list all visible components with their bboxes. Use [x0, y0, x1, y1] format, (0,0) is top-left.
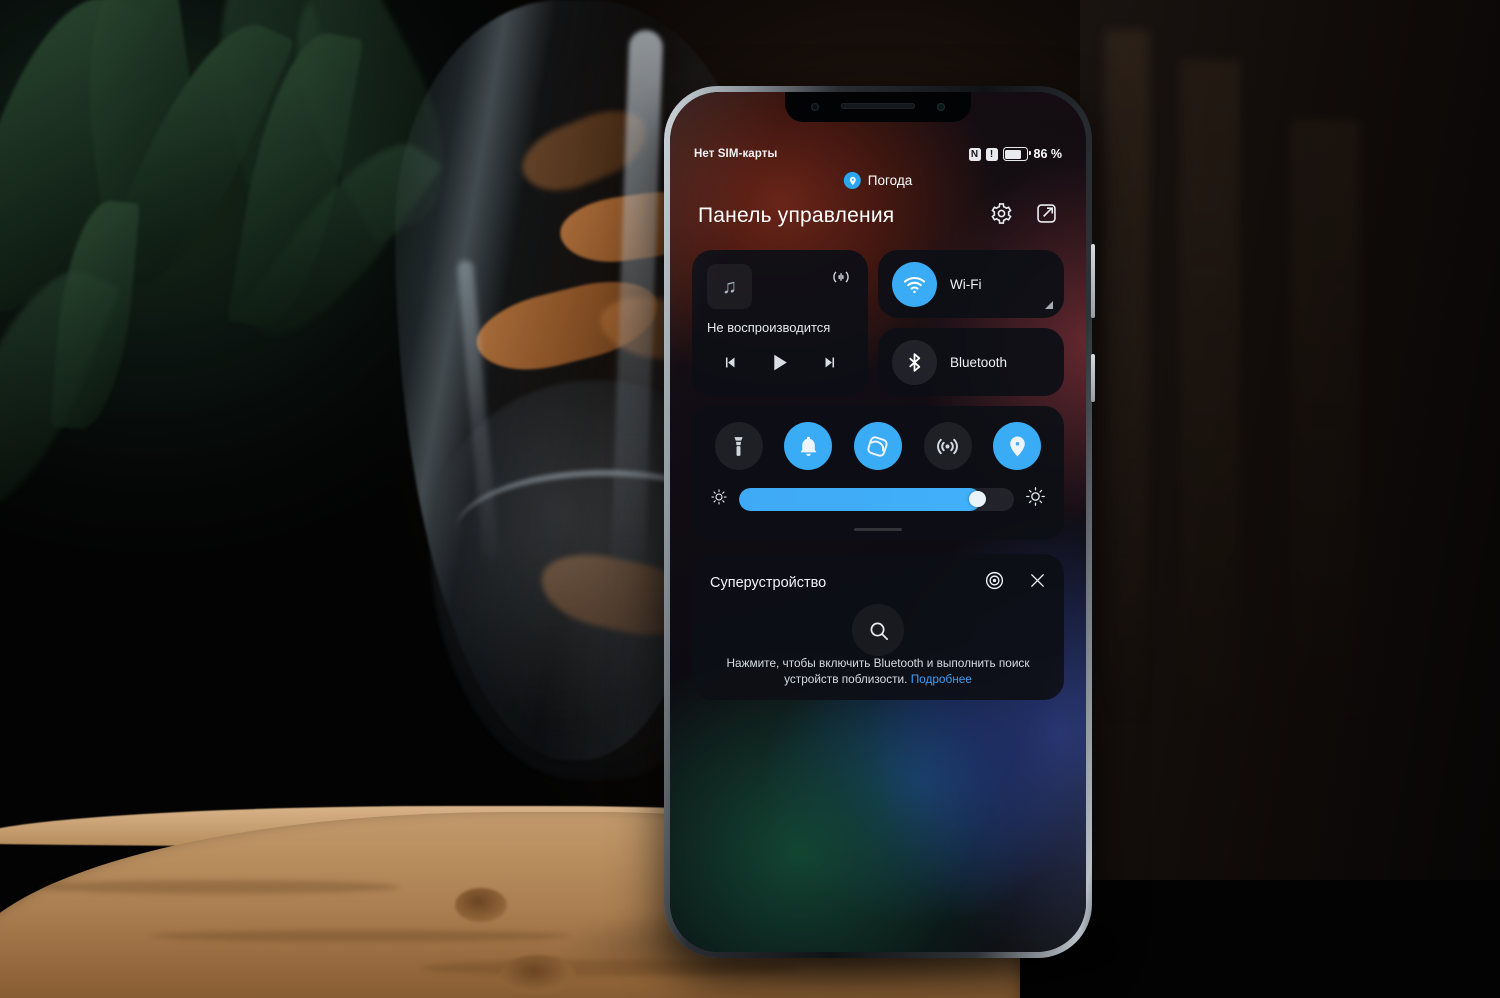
quick-toggle-row: [692, 422, 1064, 470]
alarm-icon: [985, 147, 998, 161]
photo-scene: Нет SIM-карты 86 % Погода Панель управле…: [0, 0, 1500, 998]
close-icon[interactable]: [1027, 570, 1048, 596]
nfc-icon: [968, 147, 981, 161]
super-device-actions: [984, 570, 1048, 596]
brightness-slider[interactable]: [692, 486, 1064, 512]
super-device-card[interactable]: Суперустройство Нажмите, чтобы включить …: [692, 554, 1064, 700]
drag-handle[interactable]: [854, 527, 902, 531]
notch: [785, 92, 971, 122]
super-device-description-text: Нажмите, чтобы включить Bluetooth и выпо…: [726, 655, 1030, 687]
wifi-toggle[interactable]: Wi-Fi: [878, 250, 1064, 318]
brightness-fill: [739, 487, 981, 511]
wood-knot: [455, 888, 507, 922]
status-icons: 86 %: [968, 147, 1063, 161]
weather-chip[interactable]: Погода: [843, 172, 913, 189]
location-pin-icon: [843, 172, 861, 189]
skip-previous-icon[interactable]: [721, 354, 738, 376]
smartphone: Нет SIM-карты 86 % Погода Панель управле…: [664, 86, 1095, 958]
wall-streak: [1180, 60, 1240, 740]
quick-settings-card: [692, 406, 1064, 540]
search-button[interactable]: [852, 604, 904, 656]
bluetooth-icon: [892, 339, 937, 385]
wall-streak: [1105, 30, 1149, 730]
sim-status-text: Нет SIM-карты: [694, 148, 778, 160]
weather-label: Погода: [867, 173, 913, 188]
play-icon[interactable]: [767, 350, 792, 380]
header-actions: [990, 202, 1058, 230]
flashlight-toggle[interactable]: [714, 422, 763, 470]
bluetooth-toggle[interactable]: Bluetooth: [878, 328, 1064, 396]
wood-grain: [40, 880, 400, 894]
super-device-radar-icon[interactable]: [984, 570, 1005, 596]
top-row: ♫ Не воспроизводится Wi-Fi Bluetooth: [692, 250, 1064, 396]
power-button[interactable]: [1091, 354, 1095, 402]
media-player-card[interactable]: ♫ Не воспроизводится: [692, 250, 868, 396]
battery-icon: [1002, 147, 1031, 161]
phone-screen-area: Нет SIM-карты 86 % Погода Панель управле…: [670, 92, 1086, 952]
wifi-icon: [892, 261, 937, 307]
gear-icon[interactable]: [990, 202, 1013, 230]
expand-corner-icon[interactable]: [1045, 301, 1053, 309]
page-title: Панель управления: [698, 204, 895, 227]
volume-button[interactable]: [1091, 244, 1095, 318]
super-device-description: Нажмите, чтобы включить Bluetooth и выпо…: [706, 655, 1050, 689]
super-device-title: Суперустройство: [710, 575, 827, 591]
edit-square-icon[interactable]: [1035, 202, 1058, 230]
bluetooth-label: Bluetooth: [950, 354, 1008, 370]
control-panel-header: Панель управления: [670, 202, 1086, 230]
media-controls: [692, 350, 868, 380]
brightness-low-icon: [710, 488, 728, 511]
media-title: Не воспроизводится: [707, 320, 831, 335]
brightness-high-icon: [1025, 486, 1046, 512]
sensor-icon: [811, 103, 819, 111]
super-device-header: Суперустройство: [710, 570, 1048, 596]
earpiece-icon: [841, 103, 915, 109]
hotspot-toggle[interactable]: [923, 422, 972, 470]
wall-streak: [1290, 120, 1360, 740]
status-bar: Нет SIM-карты 86 %: [670, 144, 1086, 164]
wood-grain: [150, 930, 570, 942]
album-art-placeholder: ♫: [707, 264, 752, 309]
battery-percent: 86 %: [1033, 147, 1063, 161]
connectivity-column: Wi-Fi Bluetooth: [878, 250, 1064, 396]
front-camera-icon: [937, 103, 945, 111]
control-panels: ♫ Не воспроизводится Wi-Fi Bluetooth Суп…: [692, 250, 1064, 700]
learn-more-link[interactable]: Подробнее: [911, 672, 972, 686]
ringer-toggle[interactable]: [784, 422, 833, 470]
music-note-icon: ♫: [722, 275, 737, 298]
audio-cast-icon[interactable]: [830, 266, 852, 288]
skip-next-icon[interactable]: [822, 354, 839, 376]
wifi-label: Wi-Fi: [950, 276, 982, 292]
brightness-knob[interactable]: [969, 490, 986, 508]
location-toggle[interactable]: [993, 422, 1042, 470]
auto-rotate-toggle[interactable]: [853, 422, 902, 470]
brightness-track[interactable]: [739, 487, 1014, 511]
